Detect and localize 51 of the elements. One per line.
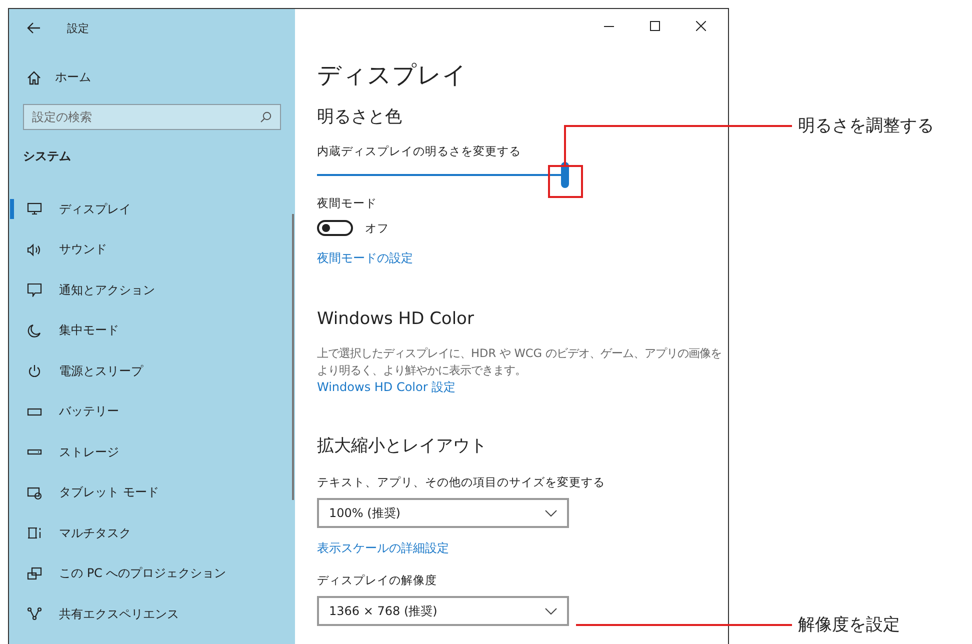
description: 上で選択したディスプレイに、HDR や WCG のビデオ、ゲーム、アプリの画像をより明るく、より鮮やかに表示できます。 bbox=[317, 346, 723, 379]
search-field[interactable]: 設定の検索 bbox=[23, 104, 281, 130]
sidebar-item-icon bbox=[27, 202, 43, 216]
sidebar-item[interactable]: この PC へのプロジェクション bbox=[9, 554, 273, 594]
dropdown-label: テキスト、アプリ、その他の項目のサイズを変更する bbox=[317, 475, 605, 490]
callout-text: 明るさを調整する bbox=[798, 115, 934, 137]
sidebar-item[interactable]: 電源とスリープ bbox=[9, 351, 273, 392]
toggle-switch[interactable] bbox=[317, 220, 353, 236]
highlight-frame bbox=[548, 165, 583, 198]
callout-text: 解像度を設定 bbox=[798, 614, 900, 636]
search-icon bbox=[260, 111, 272, 123]
maximize-icon[interactable] bbox=[650, 21, 660, 31]
sidebar-item-icon bbox=[27, 242, 43, 257]
dropdown-label: ディスプレイの解像度 bbox=[317, 573, 437, 588]
back-arrow-icon[interactable] bbox=[27, 22, 41, 34]
hd-color-settings-link[interactable]: Windows HD Color 設定 bbox=[317, 379, 456, 396]
section-heading: 拡大縮小とレイアウト bbox=[317, 435, 487, 457]
sidebar-item[interactable]: ディスプレイ bbox=[9, 189, 273, 230]
window-title: 設定 bbox=[67, 20, 89, 36]
sidebar-item[interactable]: マルチタスク bbox=[9, 513, 273, 554]
close-icon[interactable] bbox=[696, 21, 706, 31]
sidebar-item-icon bbox=[27, 283, 43, 298]
chevron-down-icon bbox=[545, 510, 557, 516]
sidebar-item-icon bbox=[27, 324, 43, 338]
sidebar-item[interactable]: バッテリー bbox=[9, 392, 273, 432]
section-heading: Windows HD Color bbox=[317, 309, 474, 329]
section-title: システム bbox=[23, 148, 71, 165]
sidebar-item[interactable]: サウンド bbox=[9, 230, 273, 270]
advanced-scaling-link[interactable]: 表示スケールの詳細設定 bbox=[317, 540, 449, 557]
section-heading: 明るさと色 bbox=[317, 106, 402, 128]
toggle-label: 夜間モード bbox=[317, 196, 377, 211]
night-mode-settings-link[interactable]: 夜間モードの設定 bbox=[317, 250, 413, 267]
sidebar-item[interactable]: 通知とアクション bbox=[9, 270, 273, 310]
sidebar-item[interactable]: 共有エクスペリエンス bbox=[9, 594, 273, 634]
resolution-dropdown[interactable]: 1366 × 768 (推奨) bbox=[317, 596, 569, 626]
sidebar-item[interactable]: 集中モード bbox=[9, 310, 273, 351]
sidebar-item-icon bbox=[27, 486, 43, 500]
home-icon bbox=[27, 70, 41, 84]
chevron-down-icon bbox=[545, 608, 557, 614]
toggle-state: オフ bbox=[365, 220, 389, 236]
home-link[interactable]: ホーム bbox=[23, 69, 91, 86]
sidebar-item[interactable]: タブレット モード bbox=[9, 472, 273, 513]
scale-dropdown[interactable]: 100% (推奨) bbox=[317, 498, 569, 528]
slider-label: 内蔵ディスプレイの明るさを変更する bbox=[317, 144, 521, 159]
sidebar-item-icon bbox=[27, 364, 43, 378]
sidebar-item[interactable]: ストレージ bbox=[9, 432, 273, 472]
sidebar-item-icon bbox=[27, 566, 43, 581]
sidebar-item-icon bbox=[27, 607, 43, 622]
sidebar-item-icon bbox=[27, 526, 43, 540]
scrollbar[interactable] bbox=[292, 214, 294, 500]
page-title: ディスプレイ bbox=[317, 60, 467, 91]
